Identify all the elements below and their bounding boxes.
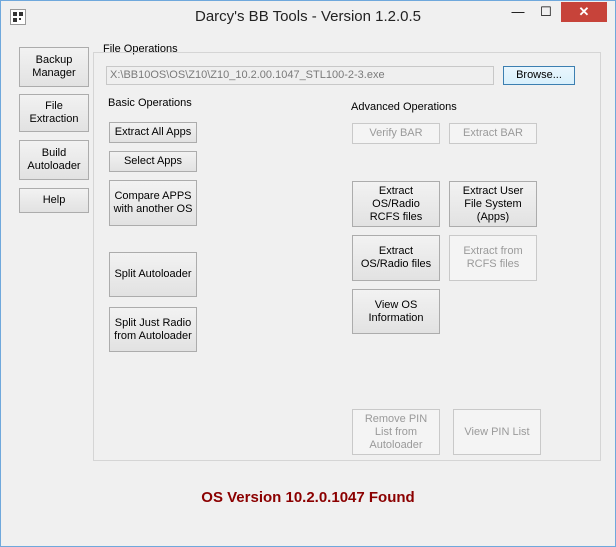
sidebar-item-backup-manager[interactable]: Backup Manager — [19, 47, 89, 87]
maximize-button[interactable]: ☐ — [533, 2, 559, 22]
extract-user-file-system-button[interactable]: Extract User File System (Apps) — [449, 181, 537, 227]
file-path-field[interactable]: X:\BB10OS\OS\Z10\Z10_10.2.00.1047_STL100… — [106, 66, 494, 85]
sidebar-item-build-autoloader[interactable]: Build Autoloader — [19, 140, 89, 180]
advanced-operations-label: Advanced Operations — [351, 101, 457, 113]
title-bar: Darcy's BB Tools - Version 1.2.0.5 — ☐ ✕ — [1, 1, 615, 34]
browse-button[interactable]: Browse... — [503, 66, 575, 85]
select-apps-button[interactable]: Select Apps — [109, 151, 197, 172]
verify-bar-button[interactable]: Verify BAR — [352, 123, 440, 144]
view-os-information-button[interactable]: View OS Information — [352, 289, 440, 334]
extract-bar-button[interactable]: Extract BAR — [449, 123, 537, 144]
compare-apps-button[interactable]: Compare APPS with another OS — [109, 180, 197, 226]
extract-all-apps-button[interactable]: Extract All Apps — [109, 122, 197, 143]
remove-pin-list-button[interactable]: Remove PIN List from Autoloader — [352, 409, 440, 455]
split-autoloader-button[interactable]: Split Autoloader — [109, 252, 197, 297]
view-pin-list-button[interactable]: View PIN List — [453, 409, 541, 455]
os-version-status: OS Version 10.2.0.1047 Found — [201, 489, 415, 506]
close-button[interactable]: ✕ — [561, 2, 607, 22]
basic-operations-label: Basic Operations — [108, 97, 192, 109]
extract-os-radio-rcfs-button[interactable]: Extract OS/Radio RCFS files — [352, 181, 440, 227]
extract-from-rcfs-button[interactable]: Extract from RCFS files — [449, 235, 537, 281]
sidebar-item-help[interactable]: Help — [19, 188, 89, 213]
extract-os-radio-files-button[interactable]: Extract OS/Radio files — [352, 235, 440, 281]
split-radio-button[interactable]: Split Just Radio from Autoloader — [109, 307, 197, 352]
minimize-button[interactable]: — — [505, 2, 531, 22]
sidebar-item-file-extraction[interactable]: File Extraction — [19, 94, 89, 132]
